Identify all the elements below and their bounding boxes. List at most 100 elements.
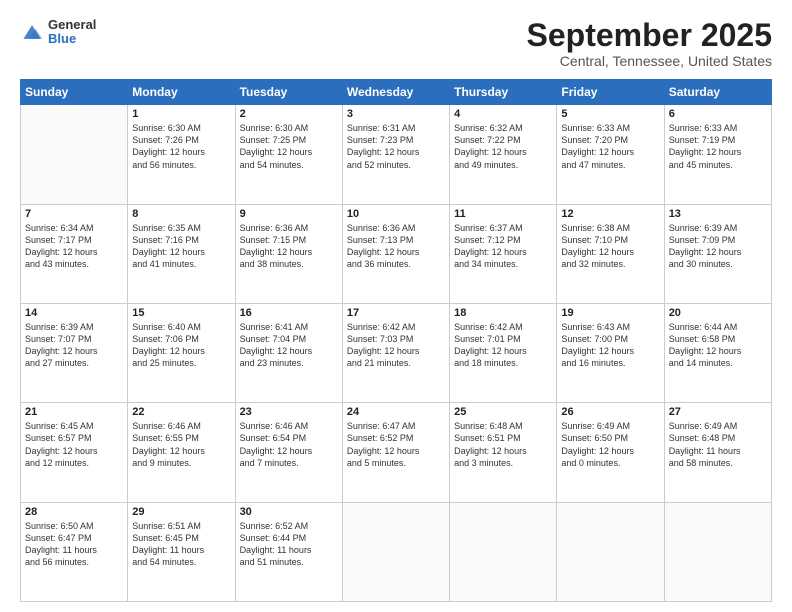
week-row-4: 21 Sunrise: 6:45 AMSunset: 6:57 PMDayligh…: [21, 403, 772, 502]
calendar-cell: 10 Sunrise: 6:36 AMSunset: 7:13 PMDayligh…: [342, 204, 449, 303]
day-info: Sunrise: 6:49 AMSunset: 6:48 PMDaylight:…: [669, 420, 767, 469]
day-info: Sunrise: 6:33 AMSunset: 7:19 PMDaylight:…: [669, 122, 767, 171]
calendar-cell: 28 Sunrise: 6:50 AMSunset: 6:47 PMDayligh…: [21, 502, 128, 601]
calendar-cell: 26Sunrise: 6:49 AMSunset: 6:50 PMDayligh…: [557, 403, 664, 502]
day-number: 29: [132, 506, 230, 518]
logo-general: General: [48, 18, 96, 32]
day-info: Sunrise: 6:38 AMSunset: 7:10 PMDaylight:…: [561, 222, 659, 271]
calendar-cell: [342, 502, 449, 601]
day-number: 27: [669, 406, 767, 418]
day-number: 21: [25, 406, 123, 418]
day-info: Sunrise: 6:40 AMSunset: 7:06 PMDaylight:…: [132, 321, 230, 370]
day-info: Sunrise: 6:31 AMSunset: 7:23 PMDaylight:…: [347, 122, 445, 171]
week-row-3: 14 Sunrise: 6:39 AMSunset: 7:07 PMDayligh…: [21, 303, 772, 402]
calendar-cell: 21 Sunrise: 6:45 AMSunset: 6:57 PMDayligh…: [21, 403, 128, 502]
logo-icon: [20, 20, 44, 44]
logo: General Blue: [20, 18, 96, 47]
day-info: Sunrise: 6:36 AMSunset: 7:15 PMDaylight:…: [240, 222, 338, 271]
calendar-cell: [450, 502, 557, 601]
day-info: Sunrise: 6:44 AMSunset: 6:58 PMDaylight:…: [669, 321, 767, 370]
header-sunday: Sunday: [21, 80, 128, 105]
day-number: 20: [669, 307, 767, 319]
calendar-cell: 2Sunrise: 6:30 AMSunset: 7:25 PMDaylight…: [235, 105, 342, 204]
calendar-cell: 19 Sunrise: 6:43 AMSunset: 7:00 PMDayligh…: [557, 303, 664, 402]
calendar-cell: 14 Sunrise: 6:39 AMSunset: 7:07 PMDayligh…: [21, 303, 128, 402]
header-wednesday: Wednesday: [342, 80, 449, 105]
calendar-cell: 18 Sunrise: 6:42 AMSunset: 7:01 PMDayligh…: [450, 303, 557, 402]
calendar-cell: 22 Sunrise: 6:46 AMSunset: 6:55 PMDayligh…: [128, 403, 235, 502]
day-info: Sunrise: 6:35 AMSunset: 7:16 PMDaylight:…: [132, 222, 230, 271]
day-number: 30: [240, 506, 338, 518]
calendar-cell: [21, 105, 128, 204]
day-number: 14: [25, 307, 123, 319]
day-info: Sunrise: 6:43 AMSunset: 7:00 PMDaylight:…: [561, 321, 659, 370]
day-info: Sunrise: 6:52 AMSunset: 6:44 PMDaylight:…: [240, 520, 338, 569]
calendar-cell: 13Sunrise: 6:39 AMSunset: 7:09 PMDayligh…: [664, 204, 771, 303]
day-info: Sunrise: 6:42 AMSunset: 7:03 PMDaylight:…: [347, 321, 445, 370]
header-thursday: Thursday: [450, 80, 557, 105]
calendar-cell: 1Sunrise: 6:30 AMSunset: 7:26 PMDaylight…: [128, 105, 235, 204]
day-number: 28: [25, 506, 123, 518]
day-info: Sunrise: 6:36 AMSunset: 7:13 PMDaylight:…: [347, 222, 445, 271]
day-number: 16: [240, 307, 338, 319]
day-number: 10: [347, 208, 445, 220]
calendar-cell: 12 Sunrise: 6:38 AMSunset: 7:10 PMDayligh…: [557, 204, 664, 303]
day-number: 6: [669, 108, 767, 120]
calendar-cell: 9Sunrise: 6:36 AMSunset: 7:15 PMDaylight…: [235, 204, 342, 303]
day-info: Sunrise: 6:46 AMSunset: 6:55 PMDaylight:…: [132, 420, 230, 469]
header-monday: Monday: [128, 80, 235, 105]
day-info: Sunrise: 6:42 AMSunset: 7:01 PMDaylight:…: [454, 321, 552, 370]
calendar-cell: 30 Sunrise: 6:52 AMSunset: 6:44 PMDayligh…: [235, 502, 342, 601]
day-info: Sunrise: 6:30 AMSunset: 7:26 PMDaylight:…: [132, 122, 230, 171]
calendar-cell: 25 Sunrise: 6:48 AMSunset: 6:51 PMDayligh…: [450, 403, 557, 502]
day-info: Sunrise: 6:39 AMSunset: 7:07 PMDaylight:…: [25, 321, 123, 370]
day-info: Sunrise: 6:32 AMSunset: 7:22 PMDaylight:…: [454, 122, 552, 171]
calendar-cell: 29 Sunrise: 6:51 AMSunset: 6:45 PMDayligh…: [128, 502, 235, 601]
header-friday: Friday: [557, 80, 664, 105]
logo-blue: Blue: [48, 32, 96, 46]
calendar-cell: 7Sunrise: 6:34 AMSunset: 7:17 PMDaylight…: [21, 204, 128, 303]
calendar-cell: 6 Sunrise: 6:33 AMSunset: 7:19 PMDaylight…: [664, 105, 771, 204]
day-info: Sunrise: 6:37 AMSunset: 7:12 PMDaylight:…: [454, 222, 552, 271]
calendar-cell: 20 Sunrise: 6:44 AMSunset: 6:58 PMDayligh…: [664, 303, 771, 402]
header: General Blue September 2025 Central, Ten…: [20, 18, 772, 69]
header-saturday: Saturday: [664, 80, 771, 105]
calendar-table: Sunday Monday Tuesday Wednesday Thursday…: [20, 79, 772, 602]
calendar-cell: [557, 502, 664, 601]
calendar-cell: 4 Sunrise: 6:32 AMSunset: 7:22 PMDaylight…: [450, 105, 557, 204]
day-info: Sunrise: 6:34 AMSunset: 7:17 PMDaylight:…: [25, 222, 123, 271]
day-number: 13: [669, 208, 767, 220]
day-info: Sunrise: 6:41 AMSunset: 7:04 PMDaylight:…: [240, 321, 338, 370]
day-info: Sunrise: 6:50 AMSunset: 6:47 PMDaylight:…: [25, 520, 123, 569]
day-number: 24: [347, 406, 445, 418]
day-number: 4: [454, 108, 552, 120]
day-info: Sunrise: 6:51 AMSunset: 6:45 PMDaylight:…: [132, 520, 230, 569]
day-info: Sunrise: 6:48 AMSunset: 6:51 PMDaylight:…: [454, 420, 552, 469]
calendar-subtitle: Central, Tennessee, United States: [527, 53, 772, 69]
calendar-cell: 5Sunrise: 6:33 AMSunset: 7:20 PMDaylight…: [557, 105, 664, 204]
day-number: 8: [132, 208, 230, 220]
day-number: 2: [240, 108, 338, 120]
week-row-1: 1Sunrise: 6:30 AMSunset: 7:26 PMDaylight…: [21, 105, 772, 204]
title-block: September 2025 Central, Tennessee, Unite…: [527, 18, 772, 69]
calendar-cell: 11 Sunrise: 6:37 AMSunset: 7:12 PMDayligh…: [450, 204, 557, 303]
day-number: 19: [561, 307, 659, 319]
calendar-cell: 23Sunrise: 6:46 AMSunset: 6:54 PMDayligh…: [235, 403, 342, 502]
calendar-cell: 3Sunrise: 6:31 AMSunset: 7:23 PMDaylight…: [342, 105, 449, 204]
weekday-header-row: Sunday Monday Tuesday Wednesday Thursday…: [21, 80, 772, 105]
page: General Blue September 2025 Central, Ten…: [0, 0, 792, 612]
day-number: 25: [454, 406, 552, 418]
day-number: 5: [561, 108, 659, 120]
day-number: 22: [132, 406, 230, 418]
day-info: Sunrise: 6:45 AMSunset: 6:57 PMDaylight:…: [25, 420, 123, 469]
day-info: Sunrise: 6:49 AMSunset: 6:50 PMDaylight:…: [561, 420, 659, 469]
day-number: 18: [454, 307, 552, 319]
day-number: 12: [561, 208, 659, 220]
day-info: Sunrise: 6:47 AMSunset: 6:52 PMDaylight:…: [347, 420, 445, 469]
header-tuesday: Tuesday: [235, 80, 342, 105]
calendar-cell: [664, 502, 771, 601]
calendar-cell: 17Sunrise: 6:42 AMSunset: 7:03 PMDayligh…: [342, 303, 449, 402]
calendar-cell: 16 Sunrise: 6:41 AMSunset: 7:04 PMDayligh…: [235, 303, 342, 402]
day-number: 11: [454, 208, 552, 220]
logo-text: General Blue: [48, 18, 96, 47]
